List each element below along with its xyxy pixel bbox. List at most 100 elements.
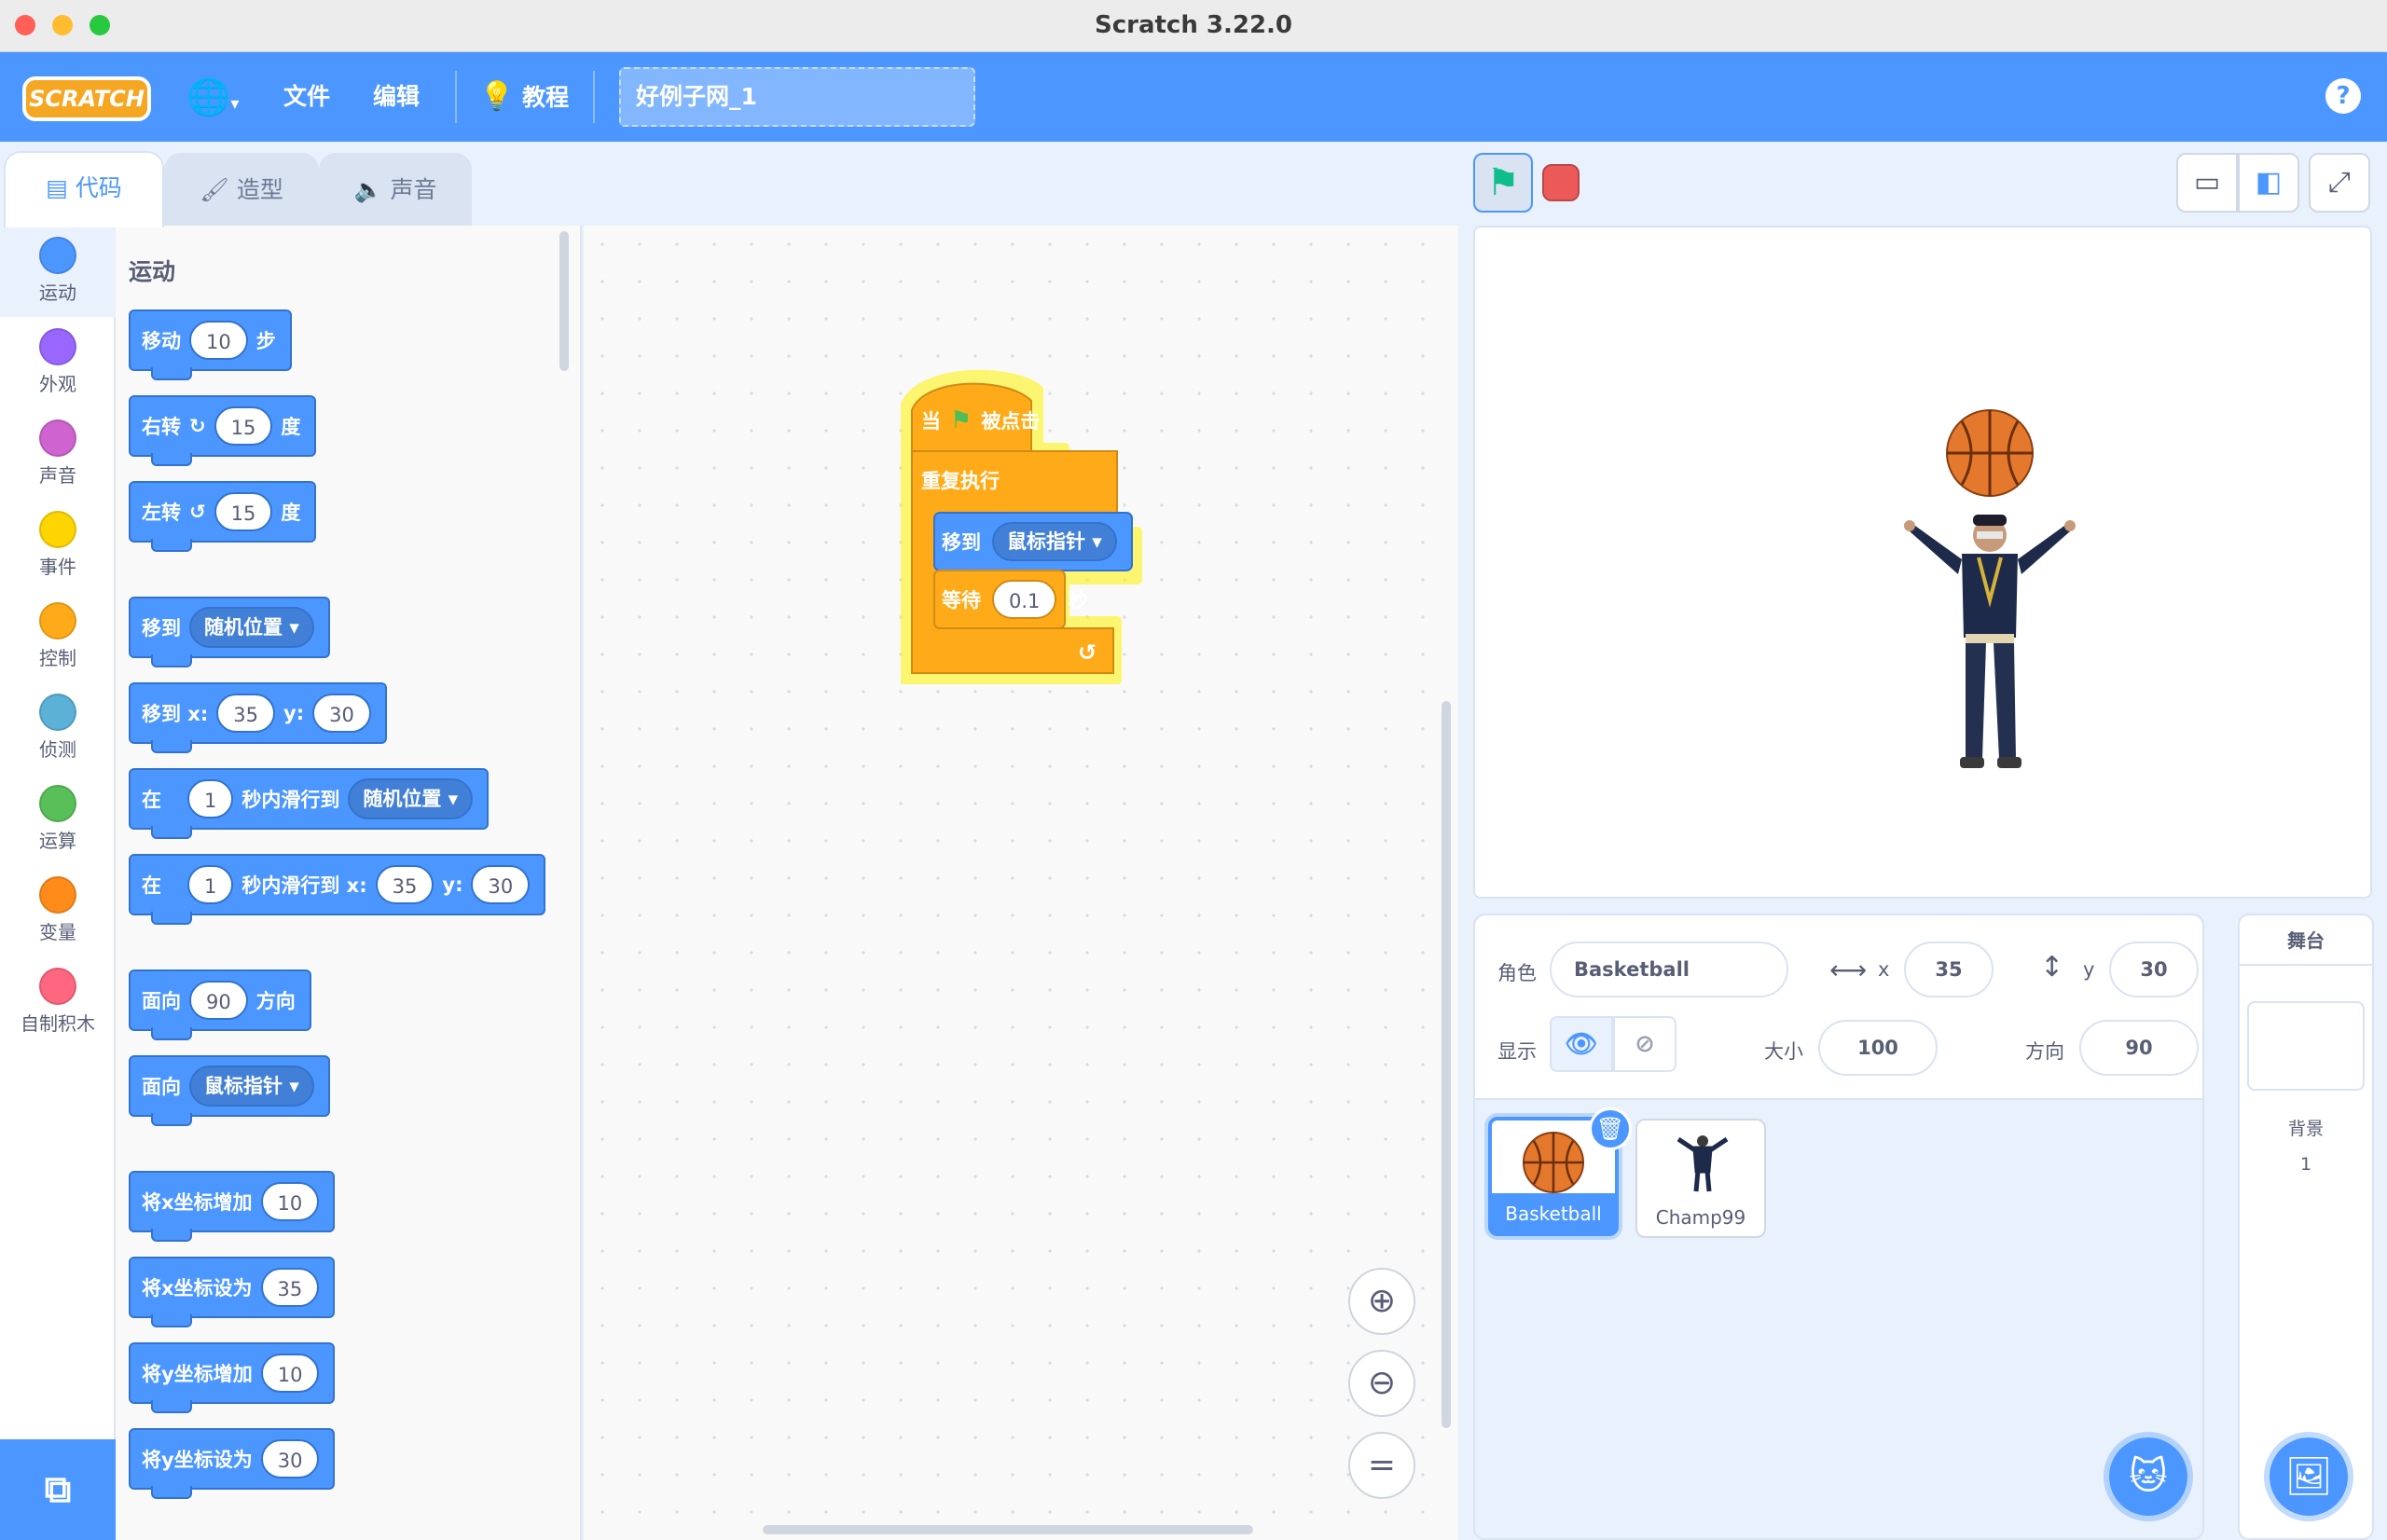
palette-scrollbar[interactable] xyxy=(559,231,569,371)
backdrops-label: 背景 xyxy=(2287,1119,2324,1139)
tab-sounds[interactable]: 🔈 声音 xyxy=(319,153,472,226)
show-label: 显示 xyxy=(1497,1040,1537,1063)
block-point-towards[interactable]: 面向 鼠标指针 ▾ xyxy=(129,1055,330,1126)
basketball-thumbnail-icon xyxy=(1523,1132,1584,1193)
zoom-out-icon: ⊖ xyxy=(1367,1364,1397,1402)
help-icon[interactable]: ? xyxy=(2325,78,2361,114)
category-menu: 运动 外观 声音 事件 控制 侦测 运算 变量 自制积木 xyxy=(0,226,116,1540)
block-move-steps[interactable]: 移动 10 步 xyxy=(129,309,292,380)
large-stage-icon: ◧ xyxy=(2255,166,2283,199)
equals-icon: = xyxy=(1367,1446,1397,1484)
eye-slash-icon: ⊘ xyxy=(1635,1030,1655,1058)
window-title: Scratch 3.22.0 xyxy=(1094,11,1293,39)
block-change-x[interactable]: 将x坐标增加 10 xyxy=(129,1171,336,1242)
workspace-horizontal-scrollbar[interactable] xyxy=(763,1525,1253,1534)
category-my-blocks[interactable]: 自制积木 xyxy=(0,956,116,1048)
delete-sprite-button[interactable]: 🗑 xyxy=(1589,1107,1632,1150)
wait-block-label: 等待 xyxy=(942,589,981,612)
wait-seconds-input[interactable]: 0.1 xyxy=(992,580,1057,619)
green-flag-icon: ⚑ xyxy=(950,406,973,434)
choose-backdrop-button[interactable]: 🖼 xyxy=(2264,1432,2353,1521)
tab-code[interactable]: ▤ 代码 xyxy=(4,151,164,227)
backdrop-thumbnail[interactable] xyxy=(2247,1001,2365,1091)
block-set-x[interactable]: 将x坐标设为 35 xyxy=(129,1257,336,1327)
forever-block-label: 重复执行 xyxy=(921,470,1000,492)
file-menu[interactable]: 文件 xyxy=(283,52,330,142)
small-stage-icon: ▭ xyxy=(2193,166,2221,199)
zoom-reset-button[interactable]: = xyxy=(1348,1432,1415,1499)
hat-block-text-clicked: 被点击 xyxy=(981,410,1041,433)
stage-canvas[interactable] xyxy=(1473,226,2372,899)
paintbrush-icon: 🖌 xyxy=(200,176,229,203)
goto-target-dropdown[interactable]: 鼠标指针 ▾ xyxy=(992,522,1117,561)
add-extension-button[interactable]: ⧉ xyxy=(0,1439,116,1540)
language-globe-icon[interactable]: 🌐▾ xyxy=(186,52,239,142)
category-sound[interactable]: 声音 xyxy=(0,408,116,500)
direction-input[interactable]: 90 xyxy=(2079,1020,2199,1076)
rotate-left-icon: ↺ xyxy=(189,501,206,523)
block-turn-right[interactable]: 右转 ↻ 15 度 xyxy=(129,395,317,466)
sprite-thumb-champ99[interactable]: Champ99 xyxy=(1635,1119,1766,1238)
green-flag-icon: ⚑ xyxy=(1486,161,1520,204)
sprite-name-input[interactable]: Basketball xyxy=(1550,942,1788,997)
category-variables[interactable]: 变量 xyxy=(0,865,116,956)
block-goto-xy[interactable]: 移到 x: 35 y: 30 xyxy=(129,682,387,753)
script-stack[interactable]: 当 ⚑ 被点击 重复执行 移到 鼠标指针 ▾ 等待 0.1 秒 ↺ xyxy=(901,364,1147,684)
block-point-direction[interactable]: 面向 90 方向 xyxy=(129,969,311,1040)
code-blocks-icon: ▤ xyxy=(46,174,68,201)
block-glide-xy[interactable]: 在 1 秒内滑行到 x: 35 y: 30 xyxy=(129,854,546,925)
x-input[interactable]: 35 xyxy=(1904,942,1994,997)
menu-bar: SCRATCH 🌐▾ 文件 编辑 💡 教程 xyxy=(0,52,2387,142)
block-goto-random[interactable]: 移到 随机位置 ▾ xyxy=(129,597,330,667)
backdrops-count: 1 xyxy=(2299,1154,2312,1175)
stop-button[interactable] xyxy=(1542,164,1580,201)
show-sprite-button[interactable]: 👁 xyxy=(1550,1016,1613,1072)
tab-costumes[interactable]: 🖌 造型 xyxy=(164,153,319,226)
image-plus-icon: 🖼 xyxy=(2284,1455,2333,1498)
block-change-y[interactable]: 将y坐标增加 10 xyxy=(129,1342,336,1413)
large-stage-button[interactable]: ◧ xyxy=(2238,153,2299,213)
stage-render xyxy=(1904,409,2076,768)
size-label: 大小 xyxy=(1764,1040,1803,1063)
lightbulb-icon: 💡 xyxy=(479,80,515,113)
hide-sprite-button[interactable]: ⊘ xyxy=(1613,1016,1676,1072)
category-events[interactable]: 事件 xyxy=(0,500,116,591)
cat-plus-icon: 🐱 xyxy=(2129,1455,2168,1498)
y-input[interactable]: 30 xyxy=(2109,942,2199,997)
choose-sprite-button[interactable]: 🐱 xyxy=(2104,1432,2193,1521)
goto-block-label: 移到 xyxy=(942,531,981,554)
direction-label: 方向 xyxy=(2025,1040,2064,1063)
block-set-y[interactable]: 将y坐标设为 30 xyxy=(129,1428,336,1499)
small-stage-button[interactable]: ▭ xyxy=(2176,153,2238,213)
vertical-arrows-icon: ↕ xyxy=(2040,951,2064,983)
block-glide-random[interactable]: 在 1 秒内滑行到 随机位置 ▾ xyxy=(129,768,490,839)
category-sensing[interactable]: 侦测 xyxy=(0,682,116,774)
fullscreen-icon: ⤢ xyxy=(2328,166,2351,199)
workspace-vertical-scrollbar[interactable] xyxy=(1442,701,1451,1428)
wait-unit-label: 秒 xyxy=(1068,589,1088,612)
window-titlebar: Scratch 3.22.0 xyxy=(0,0,2387,52)
x-label: x xyxy=(1878,958,1890,981)
category-looks[interactable]: 外观 xyxy=(0,317,116,408)
tutorials-menu[interactable]: 💡 教程 xyxy=(479,52,569,142)
edit-menu[interactable]: 编辑 xyxy=(373,52,420,142)
sprite-name-label: 角色 xyxy=(1497,962,1537,984)
zoom-out-button[interactable]: ⊖ xyxy=(1348,1350,1415,1417)
speaker-icon: 🔈 xyxy=(353,176,383,203)
scratch-logo[interactable]: SCRATCH xyxy=(22,76,151,121)
loop-arrow-icon: ↺ xyxy=(1078,639,1097,666)
zoom-in-button[interactable]: ⊕ xyxy=(1348,1268,1415,1335)
fullscreen-button[interactable]: ⤢ xyxy=(2309,153,2370,213)
rotate-right-icon: ↻ xyxy=(189,415,206,437)
category-control[interactable]: 控制 xyxy=(0,591,116,682)
green-flag-button[interactable]: ⚑ xyxy=(1473,153,1533,213)
category-operators[interactable]: 运算 xyxy=(0,774,116,865)
block-turn-left[interactable]: 左转 ↺ 15 度 xyxy=(129,481,317,552)
eye-icon: 👁 xyxy=(1565,1028,1598,1059)
stage-panel-title: 舞台 xyxy=(2240,915,2372,966)
size-input[interactable]: 100 xyxy=(1818,1020,1938,1076)
champ99-sprite xyxy=(1904,515,2076,768)
y-label: y xyxy=(2083,958,2095,981)
category-motion[interactable]: 运动 xyxy=(0,226,116,317)
project-title-input[interactable]: 好例子网_1 xyxy=(619,67,975,127)
